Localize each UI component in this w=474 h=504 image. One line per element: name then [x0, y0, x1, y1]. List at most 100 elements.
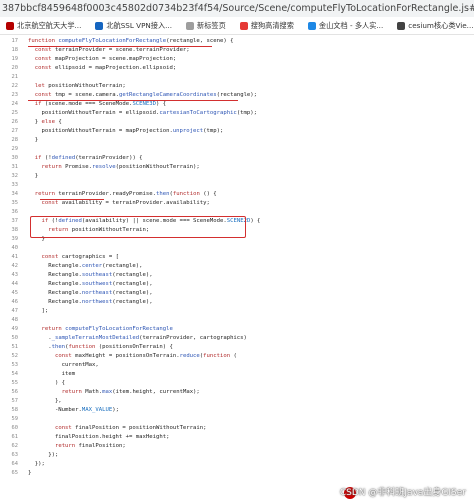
bookmark-favicon-icon	[6, 21, 14, 30]
code-line: 46 Rectangle.northwest(rectangle),	[0, 298, 474, 307]
bookmark-favicon-icon	[307, 21, 316, 30]
line-number[interactable]: 22	[0, 82, 19, 91]
line-number[interactable]: 39	[0, 235, 19, 244]
code-text: Rectangle.northeast(rectangle),	[28, 290, 153, 296]
line-number[interactable]: 36	[0, 208, 19, 217]
watermark-text: CSDN @非科班Java出身GISer	[339, 488, 466, 498]
bookmark-label: 搜狗高清搜索	[250, 20, 294, 30]
code-line: 44 Rectangle.southwest(rectangle),	[0, 280, 474, 289]
code-text: -Number.MAX_VALUE);	[28, 407, 119, 413]
line-number[interactable]: 41	[0, 253, 19, 262]
bookmark-item[interactable]: 北航SSL VPN接入...	[95, 21, 172, 31]
line-number[interactable]: 27	[0, 127, 19, 136]
code-text: Rectangle.southeast(rectangle),	[28, 272, 153, 278]
code-line: 58 -Number.MAX_VALUE);	[0, 406, 474, 415]
code-line: 59	[0, 415, 474, 424]
line-number[interactable]: 64	[0, 460, 19, 469]
code-line: 60 const finalPosition = positionWithout…	[0, 424, 474, 433]
line-number[interactable]: 17	[0, 37, 19, 46]
line-number[interactable]: 43	[0, 271, 19, 280]
line-number[interactable]: 42	[0, 262, 19, 271]
bookmark-favicon-icon	[95, 21, 104, 30]
line-number[interactable]: 63	[0, 451, 19, 460]
line-number[interactable]: 30	[0, 154, 19, 163]
bookmark-item[interactable]: 搜狗高清搜索	[239, 20, 294, 31]
line-number[interactable]: 54	[0, 370, 19, 379]
code-text: });	[28, 461, 45, 467]
bookmark-item[interactable]: cesium核心类Vie...	[397, 20, 474, 31]
code-text: function computeFlyToLocationForRectangl…	[28, 38, 234, 44]
line-number[interactable]: 18	[0, 46, 19, 55]
line-number[interactable]: 55	[0, 379, 19, 388]
line-number[interactable]: 20	[0, 64, 19, 73]
code-line: 30 if (!defined(terrainProvider)) {	[0, 154, 474, 163]
line-number[interactable]: 57	[0, 397, 19, 406]
code-line: 55 ) {	[0, 379, 474, 388]
code-text: ._sampleTerrainMostDetailed(terrainProvi…	[28, 335, 247, 341]
code-text: if (!defined(terrainProvider)) {	[34, 155, 143, 161]
line-number[interactable]: 29	[0, 145, 19, 154]
line-number[interactable]: 33	[0, 181, 19, 190]
bookmark-label: 北航SSL VPN接入...	[106, 20, 173, 30]
line-number[interactable]: 25	[0, 109, 19, 118]
code-text: const cartographics = [	[41, 254, 119, 260]
code-line: 65}	[0, 469, 474, 478]
line-number[interactable]: 50	[0, 334, 19, 343]
code-text: return computeFlyToLocationForRectangle	[41, 326, 173, 332]
line-number[interactable]: 40	[0, 244, 19, 253]
code-text: const terrainProvider = scene.terrainPro…	[34, 47, 190, 53]
line-number[interactable]: 19	[0, 55, 19, 64]
code-text: positionWithoutTerrain = mapProjection.u…	[28, 128, 224, 134]
line-number[interactable]: 24	[0, 100, 19, 109]
bookmark-item[interactable]: 金山文档 - 多人实...	[307, 21, 383, 31]
code-line: 33	[0, 181, 474, 190]
line-number[interactable]: 44	[0, 280, 19, 289]
code-line: 49 return computeFlyToLocationForRectang…	[0, 325, 474, 334]
address-bar[interactable]: 387bbcf8459648f0003c45802d0734b23f4f54/S…	[0, 0, 474, 17]
line-number[interactable]: 49	[0, 325, 19, 334]
code-line: 24 if (scene.mode === SceneMode.SCENE3D)…	[0, 100, 474, 109]
line-number[interactable]: 52	[0, 352, 19, 361]
code-text: }	[28, 137, 39, 143]
line-number[interactable]: 62	[0, 442, 19, 451]
code-text: const ellipsoid = mapProjection.ellipsoi…	[34, 65, 177, 71]
line-number[interactable]: 34	[0, 190, 19, 199]
line-number[interactable]: 28	[0, 136, 19, 145]
line-number[interactable]: 37	[0, 217, 19, 226]
line-number[interactable]: 53	[0, 361, 19, 370]
code-text: const finalPosition = positionWithoutTer…	[54, 425, 207, 431]
line-number[interactable]: 38	[0, 226, 19, 235]
line-number[interactable]: 58	[0, 406, 19, 415]
code-line: 20 const ellipsoid = mapProjection.ellip…	[0, 64, 474, 73]
line-number[interactable]: 23	[0, 91, 19, 100]
line-number[interactable]: 32	[0, 172, 19, 181]
line-number[interactable]: 48	[0, 316, 19, 325]
code-text: const availability = terrainProvider.ava…	[41, 200, 210, 206]
line-number[interactable]: 59	[0, 415, 19, 424]
line-number[interactable]: 26	[0, 118, 19, 127]
line-number[interactable]: 56	[0, 388, 19, 397]
code-line: 45 Rectangle.northeast(rectangle),	[0, 289, 474, 298]
line-number[interactable]: 45	[0, 289, 19, 298]
code-line: 17 function computeFlyToLocationForRectan…	[0, 37, 474, 46]
code-line: 43 Rectangle.southeast(rectangle),	[0, 271, 474, 280]
line-number[interactable]: 35	[0, 199, 19, 208]
bookmark-label: cesium核心类Vie...	[408, 20, 474, 30]
line-number[interactable]: 31	[0, 163, 19, 172]
code-line: 61 finalPosition.height += maxHeight;	[0, 433, 474, 442]
line-number[interactable]: 51	[0, 343, 19, 352]
line-number[interactable]: 46	[0, 298, 19, 307]
code-line: 29	[0, 145, 474, 154]
line-number[interactable]: 21	[0, 73, 19, 82]
bookmark-item[interactable]: 北京航空航天大学...	[6, 21, 81, 31]
code-text: }	[28, 470, 32, 476]
line-number[interactable]: 65	[0, 469, 19, 478]
code-line: 21	[0, 73, 474, 82]
code-text: const mapProjection = scene.mapProjectio…	[34, 56, 177, 62]
bookmark-item[interactable]: 新标签页	[186, 21, 226, 31]
code-text: return Math.max(item.height, currentMax)…	[61, 389, 200, 395]
line-number[interactable]: 60	[0, 424, 19, 433]
code-line: 23 const tmp = scene.camera.getRectangle…	[0, 91, 474, 100]
line-number[interactable]: 47	[0, 307, 19, 316]
line-number[interactable]: 61	[0, 433, 19, 442]
